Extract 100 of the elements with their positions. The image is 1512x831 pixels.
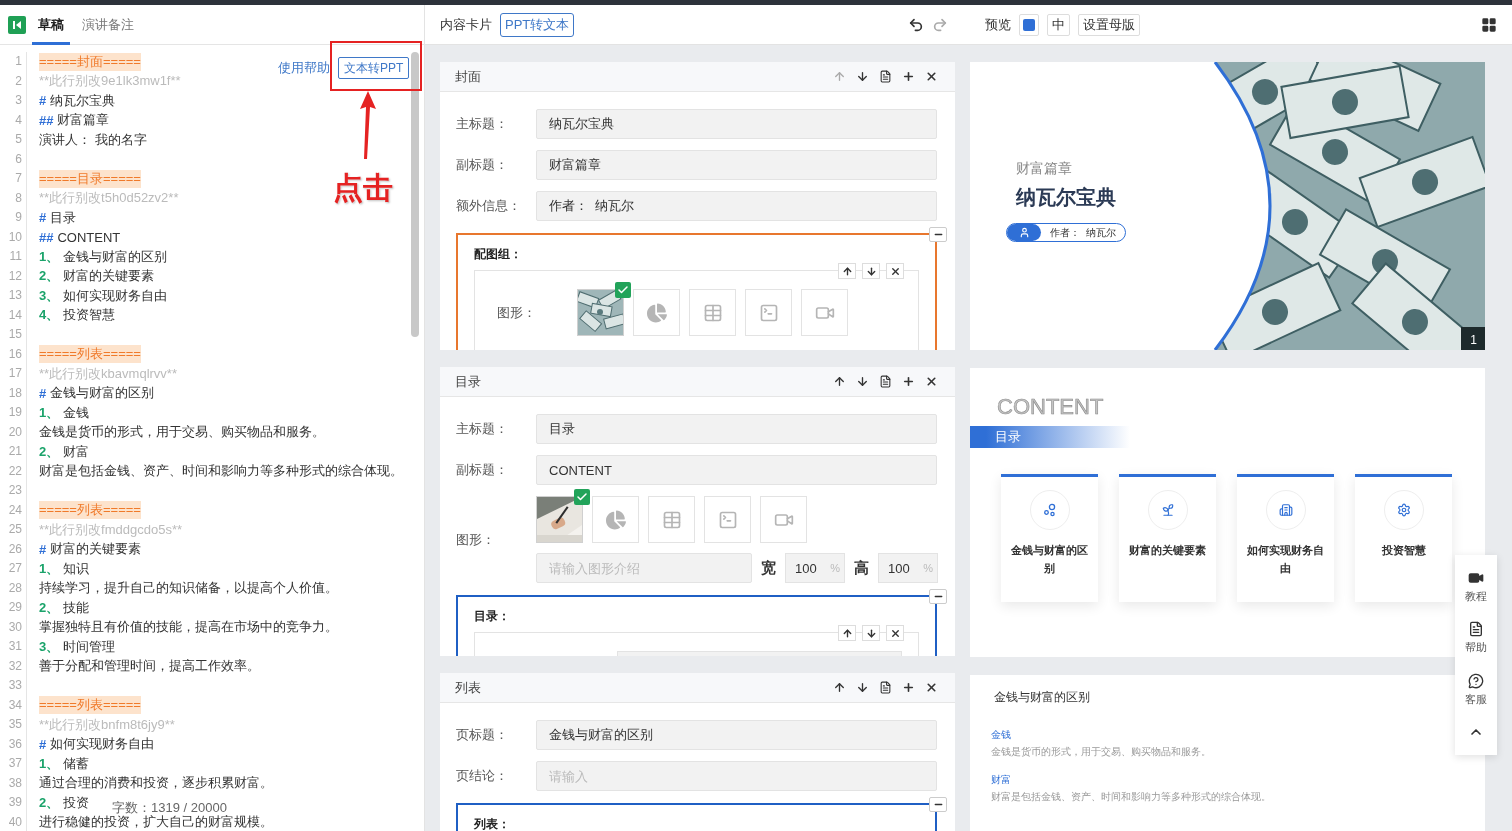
move-up-button[interactable] xyxy=(838,263,856,279)
convert-button[interactable]: PPT转文本 xyxy=(500,12,575,37)
card-title: 封面 xyxy=(455,67,482,86)
redo-icon xyxy=(932,16,948,33)
move-up-button[interactable] xyxy=(838,625,856,641)
line-number: 21 xyxy=(7,443,23,460)
input-field[interactable]: 金钱与财富的区别 xyxy=(536,720,937,750)
line-text: 财富的关键要素 xyxy=(63,267,155,286)
number-field[interactable]: 100 % xyxy=(878,553,938,583)
arrow-up-icon xyxy=(841,627,853,639)
line-text: 投资智慧 xyxy=(63,306,116,325)
panel-title: 内容卡片 xyxy=(440,15,492,34)
line-number: 23 xyxy=(7,482,23,499)
input-field[interactable]: 财富篇章 xyxy=(536,150,937,180)
section-marker: =====列表===== xyxy=(39,696,141,715)
line-number: 32 xyxy=(7,657,23,675)
line-number: 35 xyxy=(7,716,23,733)
help-link[interactable]: 使用帮助 xyxy=(278,59,330,77)
close-button[interactable] xyxy=(925,681,938,694)
line-text: 储蓄 xyxy=(63,754,90,773)
page-number: 1 xyxy=(1470,333,1477,347)
close-button[interactable] xyxy=(925,70,938,83)
document-icon xyxy=(1468,621,1484,638)
section-marker: =====目录===== xyxy=(39,169,141,188)
side-button[interactable]: 教程 xyxy=(1465,569,1487,604)
entry-text: 财富是包括金钱、资产、时间和影响力等多种形式的综合体现。 xyxy=(991,790,1271,804)
line-text: 财富是包括金钱、资产、时间和影响力等多种形式的综合体现。 xyxy=(39,462,403,481)
undo-button[interactable] xyxy=(908,16,924,33)
move-down-button[interactable] xyxy=(856,681,869,694)
line-text: 财富篇章 xyxy=(57,111,110,130)
field-label: 页结论： xyxy=(456,767,509,785)
line-text: 持续学习，提升自己的知识储备，以提高个人价值。 xyxy=(39,579,338,598)
input-field[interactable]: 目录 xyxy=(536,414,937,444)
line-number: 36 xyxy=(7,735,23,753)
move-down-button[interactable] xyxy=(856,375,869,388)
line-number: 13 xyxy=(7,287,23,304)
logo-icon[interactable] xyxy=(8,15,26,34)
close-icon xyxy=(889,265,901,277)
grid-view-button[interactable] xyxy=(1481,16,1497,33)
move-up-button[interactable] xyxy=(833,375,846,388)
slide-preview[interactable]: 财富篇章 纳瓦尔宝典 作者： 纳瓦尔 1 xyxy=(970,62,1485,350)
terminal-icon xyxy=(758,302,779,323)
list-button[interactable] xyxy=(879,70,892,83)
toolbar-button[interactable]: 中 xyxy=(1047,13,1070,36)
tab[interactable]: 演讲备注 xyxy=(76,4,140,45)
toc-label: 金钱与财富的区别 xyxy=(1010,543,1089,576)
section-marker: =====列表===== xyxy=(39,501,141,520)
tab[interactable]: 草稿 xyxy=(32,4,70,45)
scrollbar-thumb[interactable] xyxy=(411,52,419,337)
undo-icon xyxy=(908,16,924,33)
comment-text: **此行别改9e1lk3mw1f** xyxy=(39,72,181,91)
list-button[interactable] xyxy=(879,375,892,388)
line-marker: # xyxy=(39,210,47,226)
collapse-button[interactable] xyxy=(929,227,947,242)
line-text: 投资 xyxy=(63,793,90,812)
figure-option[interactable] xyxy=(536,496,583,543)
toc-label: 财富的关键要素 xyxy=(1128,543,1207,558)
input-field[interactable]: CONTENT xyxy=(536,455,937,485)
line-number: 18 xyxy=(7,384,23,402)
entry-heading: 金钱 xyxy=(991,728,1011,742)
side-button[interactable]: 客服 xyxy=(1465,672,1487,707)
comment-text: **此行别改t5h0d52zv2** xyxy=(39,189,179,208)
toolbar-button[interactable]: 设置母版 xyxy=(1078,13,1140,36)
terminal-icon xyxy=(717,509,738,530)
section-band: 目录 xyxy=(970,426,1130,448)
line-text: 通过合理的消费和投资，逐步积累财富。 xyxy=(39,774,273,793)
card-title: 目录 xyxy=(455,372,482,391)
line-number: 1 xyxy=(14,53,23,70)
close-button[interactable] xyxy=(886,625,904,641)
close-button[interactable] xyxy=(925,375,938,388)
input-field[interactable]: 纳瓦尔宝典 xyxy=(536,109,937,139)
color-swatch xyxy=(1023,18,1035,31)
line-number: 34 xyxy=(7,696,23,714)
convert-button[interactable]: 文本转PPT xyxy=(338,57,410,79)
collapse-button[interactable] xyxy=(929,589,947,604)
field-label: 高 xyxy=(854,558,869,578)
line-number: 9 xyxy=(14,209,23,226)
line-number: 16 xyxy=(7,345,23,363)
move-down-button[interactable] xyxy=(862,625,880,641)
move-up-button[interactable] xyxy=(833,681,846,694)
close-button[interactable] xyxy=(886,263,904,279)
section-marker: =====列表===== xyxy=(39,345,141,364)
move-down-button[interactable] xyxy=(862,263,880,279)
move-down-button[interactable] xyxy=(856,70,869,83)
theme-color-button[interactable] xyxy=(1019,13,1039,36)
add-button[interactable] xyxy=(902,70,915,83)
field-label: 副标题： xyxy=(456,461,509,479)
side-button[interactable]: 帮助 xyxy=(1465,621,1487,656)
input-field[interactable]: 作者： 纳瓦尔 xyxy=(536,191,937,221)
add-button[interactable] xyxy=(902,681,915,694)
pie-chart-icon xyxy=(646,302,667,323)
figure-option[interactable] xyxy=(577,289,624,336)
line-text: 知识 xyxy=(63,559,90,578)
list-button[interactable] xyxy=(879,681,892,694)
number-field[interactable]: 100 % xyxy=(785,553,845,583)
field-label: 宽 xyxy=(761,558,776,578)
field-label: 额外信息： xyxy=(456,197,522,215)
collapse-button[interactable] xyxy=(929,797,947,812)
field-label: 页标题： xyxy=(456,726,509,744)
add-button[interactable] xyxy=(902,375,915,388)
